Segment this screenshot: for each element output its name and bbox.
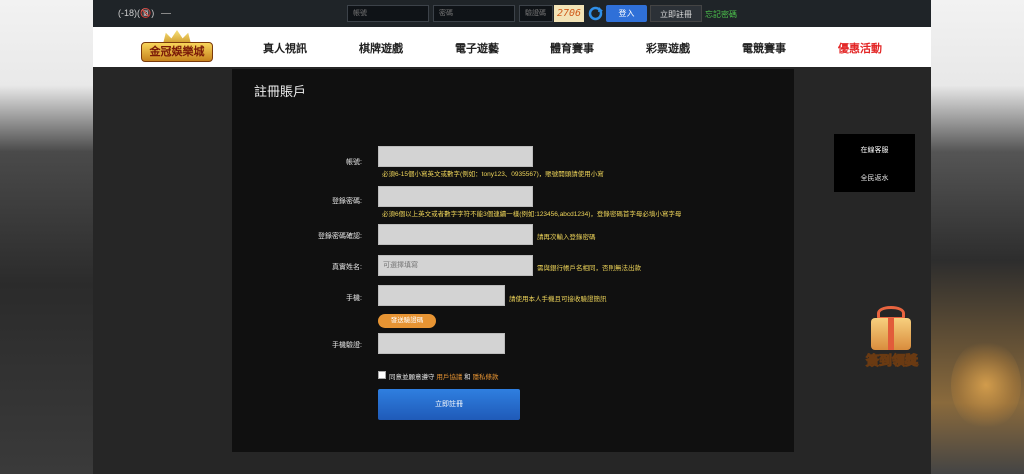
confirm-password-field[interactable] — [378, 224, 533, 245]
terms-link[interactable]: 用戶協議 — [436, 374, 462, 381]
login-button[interactable]: 登入 — [606, 5, 647, 22]
agree-and: 和 — [464, 374, 471, 381]
agree-checkbox[interactable] — [378, 371, 386, 379]
realname-hint: 需與銀行帳戶名相同，否則無法出款 — [537, 265, 641, 272]
topbar-divider — [161, 13, 171, 14]
gift-glow — [951, 340, 1021, 430]
forgot-password-link[interactable]: 忘記密碼 — [705, 9, 737, 20]
site-frame: (-18)(🔞) 2706 登入 立即註冊 忘記密碼 金冠娛樂城 真人視訊 棋牌… — [93, 0, 931, 474]
privacy-link[interactable]: 隱私條款 — [472, 374, 498, 381]
checkin-gift-widget[interactable]: 簽到領獎 — [859, 304, 925, 374]
password-hint: 必須6個以上英文或者數字字符不能3個連續一樣(例如:123456,abcd123… — [382, 211, 682, 218]
nav-item-lottery[interactable]: 彩票遊戲 — [646, 40, 690, 56]
password-input[interactable] — [433, 5, 515, 22]
nav-item-live[interactable]: 真人視訊 — [263, 40, 307, 56]
page-title: 註冊賬戶 — [254, 84, 307, 99]
phone-label: 手機: — [346, 295, 362, 302]
gift-label: 簽到領獎 — [865, 353, 918, 369]
main-nav: 金冠娛樂城 真人視訊 棋牌遊戲 電子遊藝 體育賽事 彩票遊戲 電競賽事 優惠活動 — [93, 27, 931, 67]
account-label: 帳號: — [346, 159, 362, 166]
password-field[interactable] — [378, 186, 533, 207]
account-hint: 必須6-15個小寫英文或數字(例如：tony123、0935567)，賬號開頭請… — [382, 171, 604, 178]
realname-field[interactable] — [378, 255, 533, 276]
confirm-hint: 請再次輸入登錄密碼 — [537, 234, 596, 241]
captcha-input[interactable] — [519, 5, 553, 22]
realname-label: 真實姓名: — [332, 264, 362, 271]
agree-prefix: 同意並願意遵守 — [389, 374, 435, 381]
agree-text: 同意並願意遵守 用戶協議 和 隱私條款 — [389, 371, 498, 381]
customer-service-widget: 在線客服 全民返水 — [834, 134, 915, 192]
verify-code-field[interactable] — [378, 333, 505, 354]
top-bar: (-18)(🔞) 2706 登入 立即註冊 忘記密碼 — [93, 0, 931, 27]
register-panel: 註冊賬戶 帳號: 必須6-15個小寫英文或數字(例如：tony123、09355… — [232, 69, 794, 452]
logo-text: 金冠娛樂城 — [141, 42, 213, 62]
confirm-label: 登錄密碼確認: — [318, 233, 362, 240]
right-backdrop — [931, 0, 1024, 474]
phone-hint: 請使用本人手機且可接收驗證簡訊 — [509, 296, 607, 303]
phone-field[interactable] — [378, 285, 505, 306]
rebate-link[interactable]: 全民返水 — [834, 173, 915, 183]
captcha-image[interactable]: 2706 — [554, 5, 584, 22]
submit-button[interactable]: 立即註冊 — [378, 389, 520, 420]
nav-item-promotions[interactable]: 優惠活動 — [838, 40, 882, 56]
verify-label: 手機驗證: — [332, 342, 362, 349]
left-backdrop — [0, 0, 93, 474]
send-code-button[interactable]: 發送驗證碼 — [378, 314, 436, 328]
customer-service-link[interactable]: 在線客服 — [834, 145, 915, 155]
password-label: 登錄密碼: — [332, 198, 362, 205]
refresh-icon[interactable] — [587, 5, 604, 22]
username-input[interactable] — [347, 5, 429, 22]
nav-item-chess[interactable]: 棋牌遊戲 — [359, 40, 403, 56]
nav-item-sports[interactable]: 體育賽事 — [550, 40, 594, 56]
nav-item-slots[interactable]: 電子遊藝 — [455, 40, 499, 56]
gift-ribbon — [888, 318, 894, 350]
age-badge: (-18)(🔞) — [118, 8, 155, 18]
nav-item-esports[interactable]: 電競賽事 — [742, 40, 786, 56]
register-button[interactable]: 立即註冊 — [650, 5, 702, 22]
site-logo[interactable]: 金冠娛樂城 — [138, 30, 216, 65]
account-field[interactable] — [378, 146, 533, 167]
